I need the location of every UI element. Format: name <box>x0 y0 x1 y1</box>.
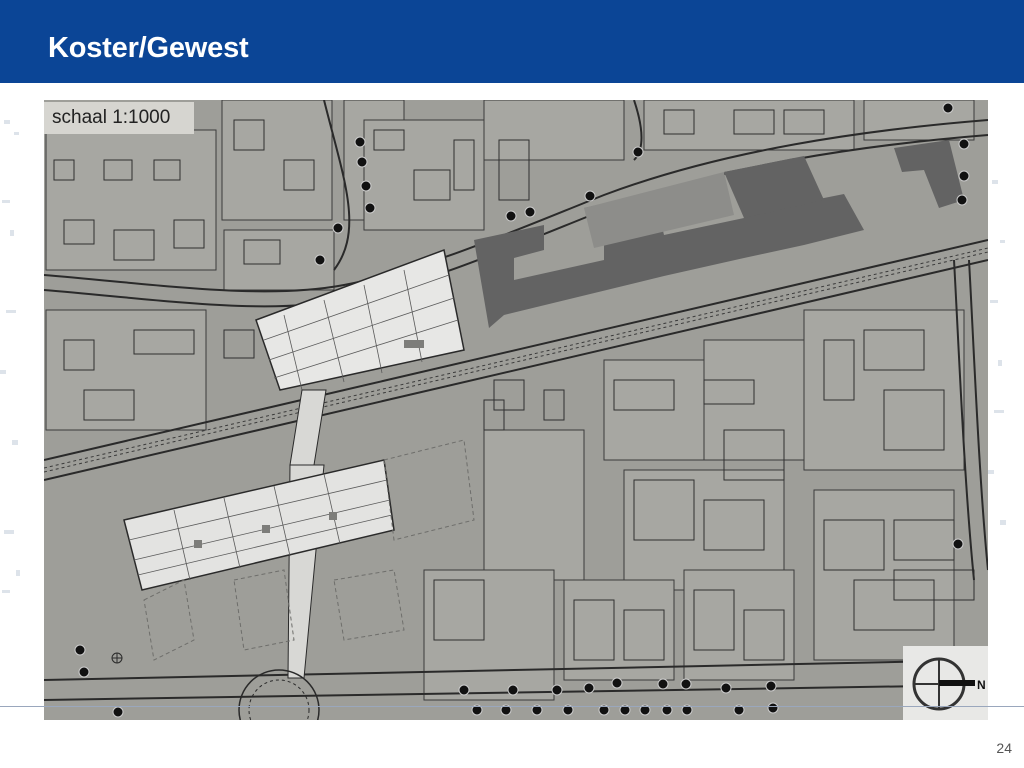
map-scale-label: schaal 1:1000 <box>44 102 194 134</box>
footer-divider <box>0 706 1024 707</box>
north-compass: N <box>903 646 988 720</box>
site-plan-drawing <box>44 100 988 720</box>
page-number: 24 <box>996 740 1012 756</box>
site-plan-map <box>44 100 988 720</box>
right-edge-noise <box>988 180 1006 525</box>
slide-title: Koster/Gewest <box>48 32 249 64</box>
compass-icon: N <box>912 657 986 711</box>
north-label: N <box>977 678 986 692</box>
slide-header: Koster/Gewest <box>0 0 1024 83</box>
left-edge-noise <box>0 120 20 593</box>
